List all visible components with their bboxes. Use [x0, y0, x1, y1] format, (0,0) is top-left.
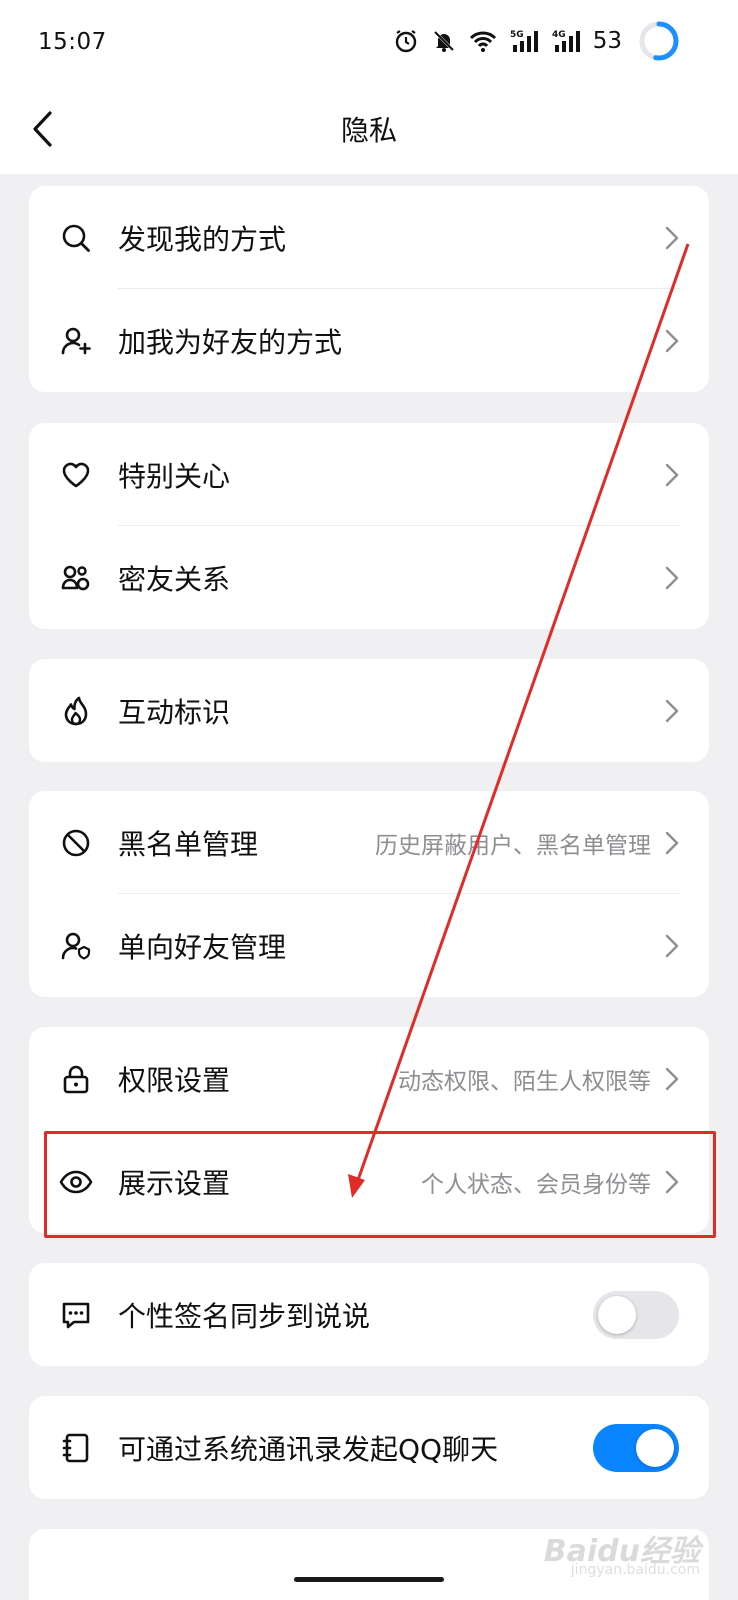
- row-label: 密友关系: [118, 562, 231, 596]
- row-one-way-friends[interactable]: 单向好友管理: [29, 894, 709, 997]
- flame-icon: [59, 694, 93, 728]
- settings-card-care: 特别关心 密友关系: [29, 423, 709, 629]
- wifi-icon: [469, 31, 496, 52]
- row-label: 加我为好友的方式: [118, 325, 343, 359]
- row-close-friends[interactable]: 密友关系: [29, 526, 709, 629]
- row-label: 权限设置: [118, 1063, 231, 1097]
- chevron-right-icon: [665, 566, 679, 589]
- row-label: 特别关心: [118, 459, 231, 493]
- row-label: 可通过系统通讯录发起QQ聊天: [118, 1432, 499, 1466]
- row-label: 黑名单管理: [118, 827, 259, 861]
- row-label: 单向好友管理: [118, 930, 287, 964]
- row-blacklist[interactable]: 黑名单管理 历史屏蔽用户、黑名单管理: [29, 791, 709, 894]
- home-indicator[interactable]: [294, 1577, 444, 1582]
- watermark-sub: jingyan.baidu.com: [570, 1562, 700, 1578]
- chevron-right-icon: [665, 463, 679, 486]
- baidu-watermark: Baidu经验 jingyan.baidu.com: [544, 1526, 700, 1578]
- signal-5g-icon: 5G: [510, 30, 538, 52]
- chevron-right-icon: [665, 1067, 679, 1090]
- settings-card-discover: 发现我的方式 加我为好友的方式: [29, 186, 709, 392]
- row-contacts-chat: 可通过系统通讯录发起QQ聊天: [29, 1396, 709, 1499]
- add-friend-icon: [59, 324, 93, 358]
- signal-4g-icon: 4G: [552, 30, 580, 52]
- block-icon: [59, 826, 93, 860]
- page-title: 隐私: [340, 114, 397, 147]
- row-display-settings[interactable]: 展示设置 个人状态、会员身份等: [29, 1130, 709, 1233]
- battery-level: 53: [592, 28, 622, 54]
- contacts-chat-toggle[interactable]: [593, 1423, 679, 1472]
- signature-sync-toggle[interactable]: [593, 1290, 679, 1339]
- row-add-friend-method[interactable]: 加我为好友的方式: [29, 289, 709, 392]
- row-label: 互动标识: [118, 695, 231, 729]
- close-friends-icon: [59, 561, 93, 595]
- toggle-knob: [598, 1295, 636, 1334]
- nav-bar: 隐私: [0, 84, 738, 174]
- status-icons: 5G 4G 53: [393, 21, 680, 61]
- settings-card-permissions: 权限设置 动态权限、陌生人权限等 展示设置 个人状态、会员身份等: [29, 1027, 709, 1233]
- contacts-book-icon: [59, 1431, 93, 1465]
- lock-icon: [59, 1062, 93, 1096]
- row-label: 发现我的方式: [118, 222, 287, 256]
- search-icon: [59, 221, 93, 255]
- row-subtitle: 动态权限、陌生人权限等: [398, 1068, 651, 1095]
- row-signature-sync: 个性签名同步到说说: [29, 1263, 709, 1366]
- back-button[interactable]: [22, 106, 62, 152]
- chevron-right-icon: [665, 699, 679, 722]
- settings-card-signature: 个性签名同步到说说: [29, 1263, 709, 1366]
- row-subtitle: 历史屏蔽用户、黑名单管理: [375, 832, 651, 859]
- status-bar: 15:07 5G 4G 53: [0, 0, 738, 84]
- row-subtitle: 个人状态、会员身份等: [421, 1171, 651, 1198]
- row-special-care[interactable]: 特别关心: [29, 423, 709, 526]
- row-label: 展示设置: [118, 1166, 231, 1200]
- settings-card-blocklist: 黑名单管理 历史屏蔽用户、黑名单管理 单向好友管理: [29, 791, 709, 997]
- battery-ring-icon: [639, 21, 679, 61]
- alarm-icon: [395, 30, 416, 53]
- back-arrow-icon: [33, 111, 52, 147]
- signal-5g-label: 5G: [510, 30, 524, 40]
- heart-icon: [59, 458, 93, 492]
- mute-icon: [433, 30, 454, 52]
- chevron-right-icon: [665, 934, 679, 957]
- row-label: 个性签名同步到说说: [118, 1299, 371, 1333]
- signal-4g-label: 4G: [552, 30, 566, 40]
- row-permission-settings[interactable]: 权限设置 动态权限、陌生人权限等: [29, 1027, 709, 1130]
- row-interaction-badge[interactable]: 互动标识: [29, 659, 709, 762]
- chevron-right-icon: [665, 831, 679, 854]
- chevron-right-icon: [665, 329, 679, 352]
- message-icon: [59, 1298, 93, 1332]
- settings-card-contacts: 可通过系统通讯录发起QQ聊天: [29, 1396, 709, 1499]
- chevron-right-icon: [665, 1170, 679, 1193]
- status-time: 15:07: [38, 29, 107, 55]
- settings-card-interaction: 互动标识: [29, 659, 709, 762]
- eye-icon: [59, 1165, 93, 1199]
- user-shield-icon: [59, 929, 93, 963]
- row-find-me[interactable]: 发现我的方式: [29, 186, 709, 289]
- chevron-right-icon: [665, 226, 679, 249]
- toggle-knob: [636, 1428, 674, 1467]
